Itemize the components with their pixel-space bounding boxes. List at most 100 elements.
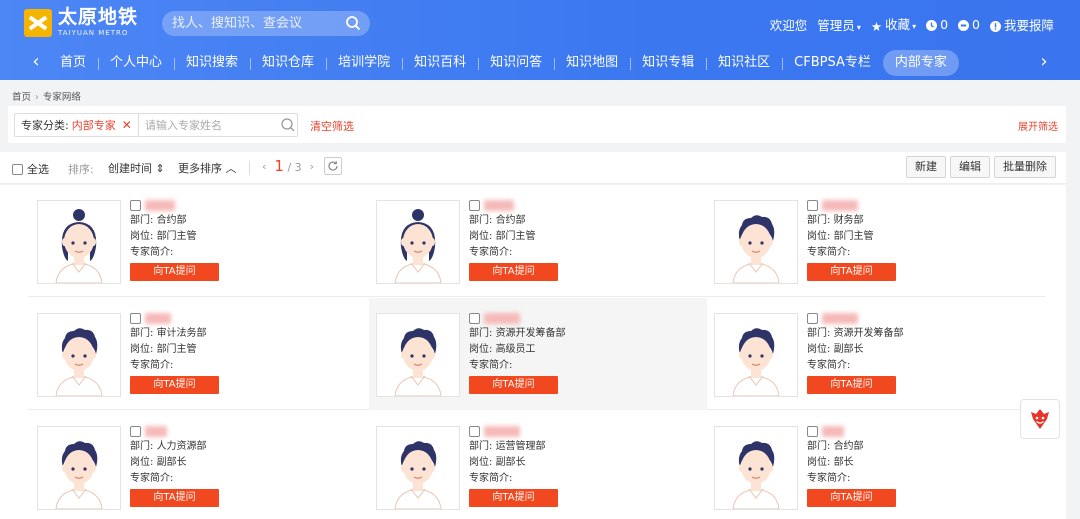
avatar[interactable] (714, 426, 798, 510)
nav-item[interactable]: 首页 (48, 50, 98, 76)
expert-checkbox[interactable] (807, 313, 818, 324)
select-all[interactable]: 全选 (12, 161, 49, 177)
nav-item[interactable]: 知识地图 (554, 50, 630, 76)
nav-item[interactable]: 知识百科 (402, 50, 478, 76)
nav-item[interactable]: 知识问答 (478, 50, 554, 76)
dept-label: 部门: (469, 441, 493, 452)
expert-card[interactable]: 部门: 人力资源部 岗位: 副部长 专家简介: 向TA提问 (30, 411, 368, 519)
expert-checkbox[interactable] (469, 426, 480, 437)
sort-by-time[interactable]: 创建时间 ⇕ (108, 160, 165, 176)
favorites-menu[interactable]: ★ 收藏 ▾ (871, 14, 916, 34)
expert-card[interactable]: 部门: 财务部 岗位: 部门主管 专家简介: 向TA提问 (707, 185, 1045, 297)
new-button[interactable]: 新建 (906, 156, 946, 178)
expert-name-input[interactable] (138, 113, 298, 137)
nav-item[interactable]: 知识搜索 (174, 50, 250, 76)
edit-button[interactable]: 编辑 (950, 156, 990, 178)
expert-name-redacted[interactable] (822, 200, 858, 211)
expert-checkbox[interactable] (469, 313, 480, 324)
scrollbar[interactable] (1066, 80, 1080, 519)
header: 太原地铁 TAIYUAN METRO 欢迎您 管理员▾ ★收藏▾ 0 0 我要报… (0, 0, 1080, 80)
ask-expert-button[interactable]: 向TA提问 (469, 376, 558, 394)
expert-checkbox[interactable] (130, 313, 141, 324)
expert-checkbox[interactable] (130, 426, 141, 437)
caret-down-icon: ▾ (912, 22, 917, 31)
more-sort-dropdown[interactable]: 更多排序 ︿ (178, 160, 237, 176)
expert-checkbox[interactable] (469, 200, 480, 211)
ask-expert-button[interactable]: 向TA提问 (807, 263, 896, 281)
search-input[interactable] (172, 16, 332, 31)
logo[interactable]: 太原地铁 TAIYUAN METRO (24, 8, 138, 37)
expert-name-redacted[interactable] (145, 200, 175, 211)
select-all-checkbox[interactable] (12, 163, 23, 175)
expert-card[interactable]: 部门: 合约部 岗位: 部门主管 专家简介: 向TA提问 (30, 185, 368, 297)
ask-expert-button[interactable]: 向TA提问 (807, 489, 896, 507)
expert-name-redacted[interactable] (484, 313, 520, 324)
nav-item[interactable]: 知识仓库 (250, 50, 326, 76)
avatar[interactable] (37, 313, 121, 397)
nav-item[interactable]: 知识专辑 (630, 50, 706, 76)
nav-prev-icon[interactable]: ‹ (26, 51, 46, 75)
clear-filter-link[interactable]: 清空筛选 (310, 118, 354, 134)
nav-item[interactable]: 个人中心 (98, 50, 174, 76)
nav-item[interactable]: 培训学院 (326, 50, 402, 76)
refresh-icon[interactable] (324, 157, 343, 175)
expert-name-redacted[interactable] (145, 313, 171, 324)
search-icon[interactable] (280, 117, 296, 133)
ask-expert-button[interactable]: 向TA提问 (469, 263, 558, 281)
post-value: 部长 (833, 457, 854, 468)
nav-next-icon[interactable]: › (1034, 51, 1054, 75)
expert-checkbox[interactable] (807, 200, 818, 211)
expert-checkbox[interactable] (807, 426, 818, 437)
avatar[interactable] (37, 426, 121, 510)
expert-name-redacted[interactable] (484, 426, 520, 437)
ask-expert-button[interactable]: 向TA提问 (469, 489, 558, 507)
breadcrumb-home[interactable]: 首页 (12, 92, 31, 103)
avatar[interactable] (37, 200, 121, 284)
post-label: 岗位: (807, 231, 831, 242)
assistant-float-button[interactable] (1020, 399, 1060, 439)
nav-item[interactable]: CFBPSA专栏 (782, 50, 883, 76)
post-label: 岗位: (130, 344, 154, 355)
expert-card[interactable]: 部门: 资源开发筹备部 岗位: 高级员工 专家简介: 向TA提问 (369, 298, 707, 410)
intro-label: 专家简介: (469, 473, 513, 484)
avatar[interactable] (376, 200, 460, 284)
user-menu[interactable]: 管理员 ▾ (817, 15, 861, 34)
expert-card[interactable]: 部门: 合约部 岗位: 部长 专家简介: 向TA提问 (707, 411, 1045, 519)
nav-item[interactable]: 知识社区 (706, 50, 782, 76)
search-icon[interactable] (345, 15, 361, 31)
avatar[interactable] (714, 313, 798, 397)
ask-expert-button[interactable]: 向TA提问 (130, 489, 219, 507)
post-value: 部门主管 (156, 231, 197, 242)
expert-checkbox[interactable] (130, 200, 141, 211)
expert-card[interactable]: 部门: 运营管理部 岗位: 副部长 专家简介: 向TA提问 (369, 411, 707, 519)
ask-expert-button[interactable]: 向TA提问 (130, 263, 219, 281)
expert-name-redacted[interactable] (484, 200, 514, 211)
list-toolbar: 全选 排序: 创建时间 ⇕ 更多排序 ︿ ‹ 1 / 3 › 新建 编辑 批量删… (0, 152, 1066, 184)
avatar[interactable] (376, 313, 460, 397)
expert-name-redacted[interactable] (822, 313, 858, 324)
top-bar: 太原地铁 TAIYUAN METRO 欢迎您 管理员▾ ★收藏▾ 0 0 我要报… (0, 0, 1080, 46)
page-prev-icon[interactable]: ‹ (262, 160, 266, 173)
action-buttons: 新建 编辑 批量删除 (906, 156, 1056, 178)
batch-delete-button[interactable]: 批量删除 (994, 156, 1056, 178)
male-avatar-icon (732, 215, 780, 283)
notification-a[interactable]: 0 (926, 17, 948, 32)
nav-item[interactable]: 内部专家 (882, 50, 959, 76)
avatar[interactable] (714, 200, 798, 284)
expert-name-redacted[interactable] (822, 426, 844, 437)
close-icon[interactable]: ✕ (122, 118, 132, 132)
expert-card[interactable]: 部门: 审计法务部 岗位: 部门主管 专家简介: 向TA提问 (30, 298, 368, 410)
avatar[interactable] (376, 426, 460, 510)
expert-card[interactable]: 部门: 合约部 岗位: 部门主管 专家简介: 向TA提问 (369, 185, 707, 297)
logo-subtitle: TAIYUAN METRO (58, 29, 129, 37)
ask-expert-button[interactable]: 向TA提问 (130, 376, 219, 394)
post-label: 岗位: (469, 231, 493, 242)
expert-card[interactable]: 部门: 资源开发筹备部 岗位: 副部长 专家简介: 向TA提问 (707, 298, 1045, 410)
report-fault-link[interactable]: 我要报障 (989, 15, 1054, 34)
page-next-icon[interactable]: › (310, 160, 314, 173)
notification-b[interactable]: 0 (958, 17, 980, 32)
expand-filter-link[interactable]: 展开筛选 (1018, 118, 1058, 133)
expert-name-redacted[interactable] (145, 426, 167, 437)
intro-label: 专家简介: (469, 247, 513, 258)
ask-expert-button[interactable]: 向TA提问 (807, 376, 896, 394)
